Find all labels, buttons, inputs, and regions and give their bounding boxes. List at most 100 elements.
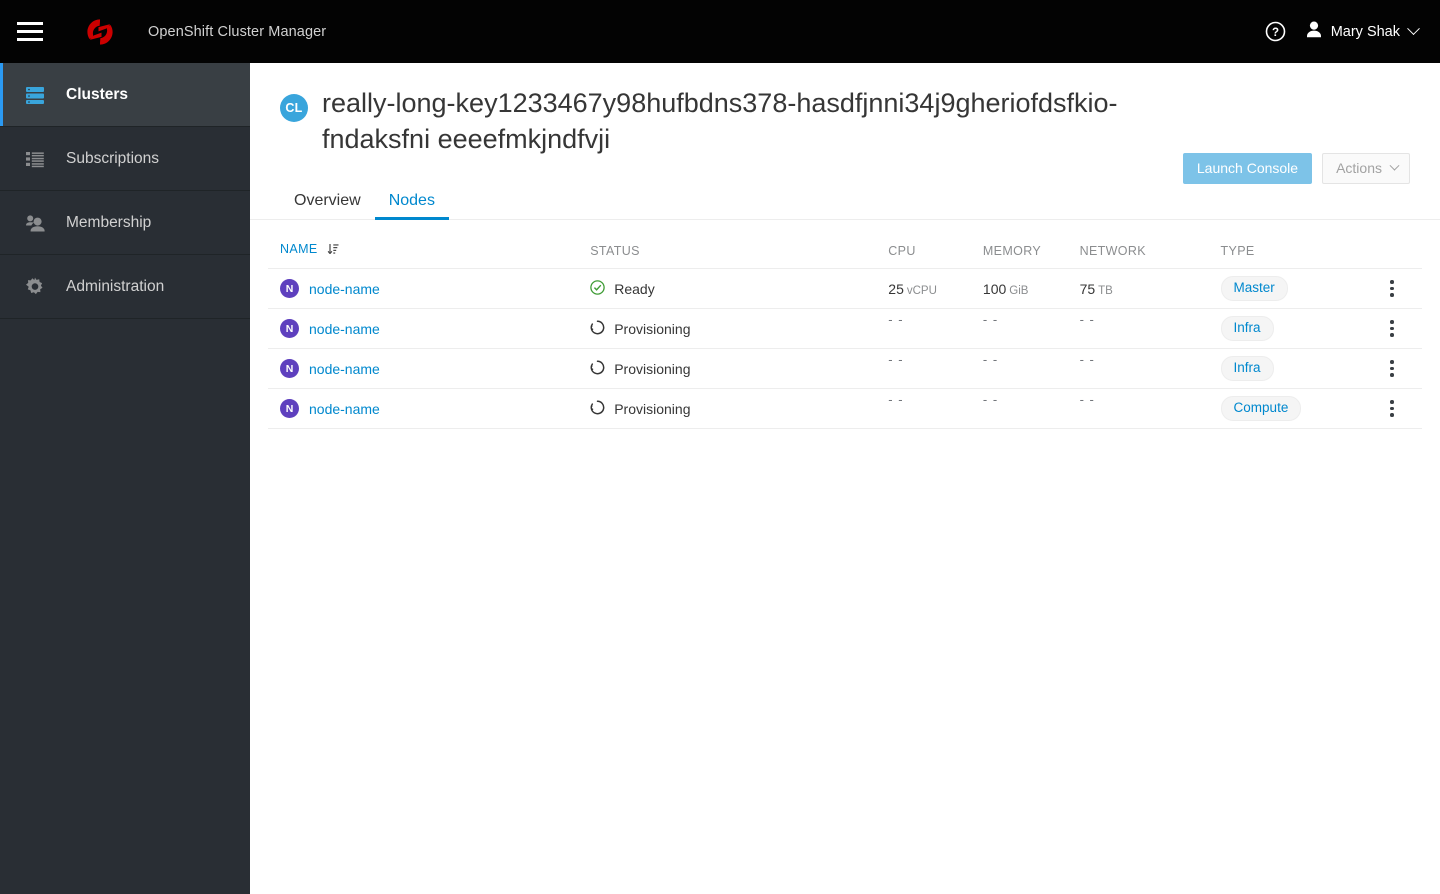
memory-value: - - (982, 392, 999, 407)
cell-network: - - (1079, 388, 1221, 429)
memory-value: 100 (982, 280, 1007, 297)
cell-name: N node-name (268, 308, 591, 349)
memory-unit: GiB (1009, 284, 1029, 297)
node-avatar: N (280, 319, 299, 338)
tab-nodes[interactable]: Nodes (374, 193, 450, 220)
chevron-down-icon (1407, 22, 1420, 36)
kebab-menu-icon[interactable] (1380, 395, 1404, 423)
list-icon (24, 148, 46, 170)
title-row: CL really-long-key1233467y98hufbdns378-h… (280, 85, 1410, 157)
kebab-menu-icon[interactable] (1380, 315, 1404, 343)
cell-type: Compute (1220, 388, 1362, 429)
kebab-dot (1390, 360, 1394, 364)
page-header: CL really-long-key1233467y98hufbdns378-h… (250, 63, 1440, 184)
sidebar-item-subscriptions[interactable]: Subscriptions (0, 127, 250, 191)
sidebar-item-label: Administration (66, 277, 165, 295)
table-head: NAME STATUS CPU MEMORY NETWORK TYPE (268, 242, 1422, 269)
cell-status: Ready (590, 268, 889, 309)
cell-status: Provisioning (590, 308, 889, 349)
users-icon (24, 212, 46, 234)
cell-actions (1361, 268, 1422, 309)
cell-status: Provisioning (590, 348, 889, 389)
cpu-value: - - (888, 352, 904, 367)
actions-button-label: Actions (1336, 160, 1382, 176)
cell-name: N node-name (268, 348, 591, 389)
nodes-table: NAME STATUS CPU MEMORY NETWORK TYPE N no… (268, 242, 1422, 429)
column-header-network[interactable]: NETWORK (1079, 242, 1221, 269)
cell-name: N node-name (268, 268, 591, 309)
kebab-dot (1390, 406, 1394, 411)
spinner-icon (590, 400, 605, 418)
cell-network: 75 TB (1079, 268, 1221, 309)
cell-status: Provisioning (590, 388, 889, 429)
cell-memory: - - (982, 348, 1080, 389)
openshift-logo-icon[interactable] (78, 0, 122, 63)
tab-overview[interactable]: Overview (280, 193, 375, 220)
network-value: - - (1079, 392, 1095, 407)
masthead-left: OpenShift Cluster Manager (0, 0, 326, 63)
node-name-link[interactable]: node-name (309, 401, 380, 417)
node-avatar: N (280, 279, 299, 298)
cell-type: Master (1220, 268, 1362, 309)
hamburger-bar (17, 22, 43, 25)
table-body: N node-name Ready 25 vCPU 100 GiB 75 TB … (268, 268, 1422, 429)
cluster-badge: CL (280, 94, 308, 122)
cell-type: Infra (1220, 308, 1362, 349)
cell-memory: 100 GiB (982, 268, 1080, 309)
masthead-right: ? Mary Shak (1256, 0, 1426, 63)
sidebar-item-clusters[interactable]: Clusters (0, 63, 250, 127)
cpu-value: - - (888, 392, 904, 407)
column-header-name[interactable]: NAME (268, 242, 591, 269)
hamburger-menu-icon[interactable] (0, 0, 60, 63)
table-row: N node-name (268, 308, 1422, 349)
kebab-menu-icon[interactable] (1380, 275, 1404, 303)
spinner-icon (590, 360, 605, 378)
status-label: Provisioning (614, 320, 691, 337)
kebab-dot (1390, 280, 1394, 284)
sidebar-item-administration[interactable]: Administration (0, 255, 250, 319)
type-badge[interactable]: Infra (1220, 355, 1274, 382)
table-row: N node-name (268, 388, 1422, 429)
gear-icon (24, 276, 46, 298)
cell-network: - - (1079, 348, 1221, 389)
column-header-actions (1361, 242, 1422, 269)
column-header-memory[interactable]: MEMORY (982, 242, 1080, 269)
column-header-cpu[interactable]: CPU (888, 242, 983, 269)
hamburger-bar (17, 30, 43, 33)
memory-value: - - (982, 352, 999, 367)
type-badge[interactable]: Compute (1220, 395, 1302, 422)
hamburger-bar (17, 38, 43, 41)
cell-actions (1361, 388, 1422, 429)
spinner-icon (590, 320, 605, 338)
column-header-status[interactable]: STATUS (590, 242, 889, 269)
kebab-dot (1390, 320, 1394, 324)
app-title: OpenShift Cluster Manager (148, 23, 327, 40)
check-circle-icon (590, 279, 605, 298)
node-name-link[interactable]: node-name (309, 361, 380, 377)
node-avatar: N (280, 399, 299, 418)
kebab-dot (1390, 286, 1394, 291)
type-badge[interactable]: Infra (1220, 315, 1274, 342)
chevron-down-icon (1389, 160, 1400, 171)
type-badge[interactable]: Master (1220, 275, 1288, 302)
node-name-link[interactable]: node-name (309, 321, 380, 337)
cpu-value: 25 (888, 280, 904, 297)
kebab-menu-icon[interactable] (1380, 355, 1404, 383)
user-menu[interactable]: Mary Shak (1300, 12, 1426, 52)
cell-cpu: - - (888, 308, 983, 349)
table-row: N node-name (268, 348, 1422, 389)
help-icon[interactable]: ? (1256, 12, 1296, 52)
cell-cpu: - - (888, 348, 983, 389)
column-header-type[interactable]: TYPE (1220, 242, 1362, 269)
masthead: OpenShift Cluster Manager ? Mary Shak (0, 0, 1440, 63)
node-name-link[interactable]: node-name (309, 281, 380, 297)
cpu-unit: vCPU (906, 284, 937, 297)
cell-cpu: - - (888, 388, 983, 429)
kebab-dot (1390, 413, 1394, 417)
sidebar: Clusters Subscriptions Membership Admini… (0, 63, 250, 894)
page-title: really-long-key1233467y98hufbdns378-hasd… (322, 88, 1118, 154)
cell-cpu: 25 vCPU (888, 268, 983, 309)
sidebar-item-membership[interactable]: Membership (0, 191, 250, 255)
kebab-dot (1390, 293, 1394, 297)
network-value: 75 (1079, 280, 1096, 297)
